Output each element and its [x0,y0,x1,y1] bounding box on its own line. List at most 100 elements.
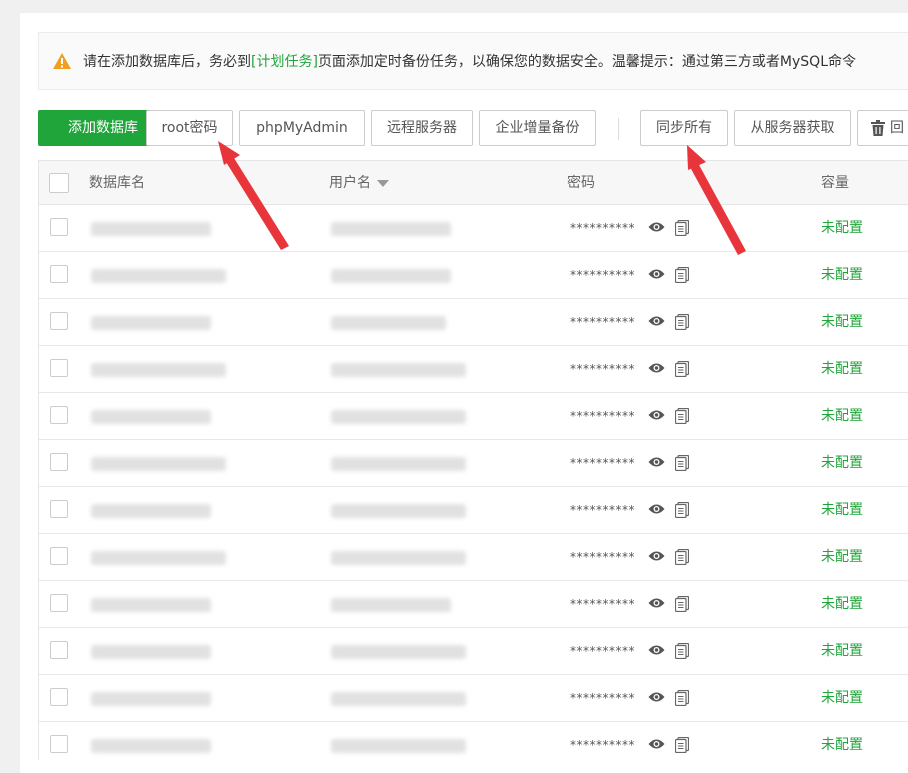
password-mask: ********** [570,503,635,517]
eye-icon[interactable] [648,409,665,421]
sync-all-button[interactable]: 同步所有 [640,110,728,146]
table-row: ********** 未配置 [39,346,908,393]
copy-icon[interactable] [675,267,689,283]
eye-icon[interactable] [648,315,665,327]
username-redacted [331,410,466,424]
capacity-status[interactable]: 未配置 [821,722,863,760]
username-redacted [331,551,466,565]
db-name-redacted [91,598,211,612]
capacity-status[interactable]: 未配置 [821,675,863,721]
table-row: ********** 未配置 [39,440,908,487]
enterprise-backup-button[interactable]: 企业增量备份 [479,110,596,146]
capacity-status[interactable]: 未配置 [821,628,863,674]
backup-notice: 请在添加数据库后，务必到[计划任务]页面添加定时备份任务，以确保您的数据安全。温… [38,32,908,90]
row-checkbox[interactable] [50,265,68,283]
capacity-status[interactable]: 未配置 [821,299,863,345]
table-row: ********** 未配置 [39,675,908,722]
username-redacted [331,598,451,612]
capacity-status[interactable]: 未配置 [821,581,863,627]
capacity-status[interactable]: 未配置 [821,346,863,392]
copy-icon[interactable] [675,690,689,706]
copy-icon[interactable] [675,502,689,518]
copy-icon[interactable] [675,549,689,565]
password-mask: ********** [570,409,635,423]
col-username[interactable]: 用户名 [329,161,389,205]
username-redacted [331,269,451,283]
capacity-status[interactable]: 未配置 [821,440,863,486]
row-checkbox[interactable] [50,594,68,612]
row-checkbox[interactable] [50,641,68,659]
capacity-status[interactable]: 未配置 [821,534,863,580]
warning-icon [53,53,71,69]
row-checkbox[interactable] [50,218,68,236]
table-row: ********** 未配置 [39,628,908,675]
db-name-redacted [91,363,226,377]
copy-icon[interactable] [675,314,689,330]
eye-icon[interactable] [648,268,665,280]
eye-icon[interactable] [648,597,665,609]
eye-icon[interactable] [648,503,665,515]
table-row: ********** 未配置 [39,487,908,534]
capacity-status[interactable]: 未配置 [821,487,863,533]
capacity-status[interactable]: 未配置 [821,252,863,298]
db-name-redacted [91,269,226,283]
capacity-status[interactable]: 未配置 [821,205,863,251]
eye-icon[interactable] [648,644,665,656]
col-capacity[interactable]: 容量 [821,161,849,205]
password-mask: ********** [570,738,635,752]
eye-icon[interactable] [648,362,665,374]
phpmyadmin-button[interactable]: phpMyAdmin [239,110,365,146]
copy-icon[interactable] [675,737,689,753]
username-redacted [331,457,466,471]
password-mask: ********** [570,597,635,611]
db-name-redacted [91,410,211,424]
copy-icon[interactable] [675,596,689,612]
username-redacted [331,363,466,377]
table-row: ********** 未配置 [39,252,908,299]
db-name-redacted [91,316,211,330]
table-row: ********** 未配置 [39,205,908,252]
copy-icon[interactable] [675,408,689,424]
notice-prefix: 请在添加数据库后，务必到 [83,54,251,70]
row-checkbox[interactable] [50,547,68,565]
toolbar-divider [618,118,619,140]
col-db-name[interactable]: 数据库名 [89,161,145,205]
table-row: ********** 未配置 [39,534,908,581]
db-name-redacted [91,692,211,706]
fetch-from-server-button[interactable]: 从服务器获取 [734,110,851,146]
copy-icon[interactable] [675,220,689,236]
eye-icon[interactable] [648,738,665,750]
table-row: ********** 未配置 [39,393,908,440]
table-row: ********** 未配置 [39,722,908,760]
username-redacted [331,645,466,659]
password-mask: ********** [570,456,635,470]
select-all-checkbox[interactable] [49,173,69,193]
col-password: 密码 [567,175,595,191]
eye-icon[interactable] [648,221,665,233]
sort-desc-icon[interactable] [377,179,389,187]
row-checkbox[interactable] [50,406,68,424]
capacity-status[interactable]: 未配置 [821,393,863,439]
row-checkbox[interactable] [50,359,68,377]
row-checkbox[interactable] [50,500,68,518]
eye-icon[interactable] [648,550,665,562]
username-redacted [331,692,466,706]
password-mask: ********** [570,315,635,329]
password-mask: ********** [570,221,635,235]
username-redacted [331,222,451,236]
root-password-button[interactable]: root密码 [146,110,233,146]
row-checkbox[interactable] [50,453,68,471]
eye-icon[interactable] [648,456,665,468]
remote-server-button[interactable]: 远程服务器 [371,110,473,146]
copy-icon[interactable] [675,455,689,471]
row-checkbox[interactable] [50,735,68,753]
cron-task-link[interactable]: [计划任务] [251,54,318,70]
recycle-label: 回 [890,120,904,136]
recycle-bin-button[interactable]: 回 [857,110,908,146]
copy-icon[interactable] [675,361,689,377]
row-checkbox[interactable] [50,312,68,330]
eye-icon[interactable] [648,691,665,703]
password-mask: ********** [570,644,635,658]
copy-icon[interactable] [675,643,689,659]
row-checkbox[interactable] [50,688,68,706]
